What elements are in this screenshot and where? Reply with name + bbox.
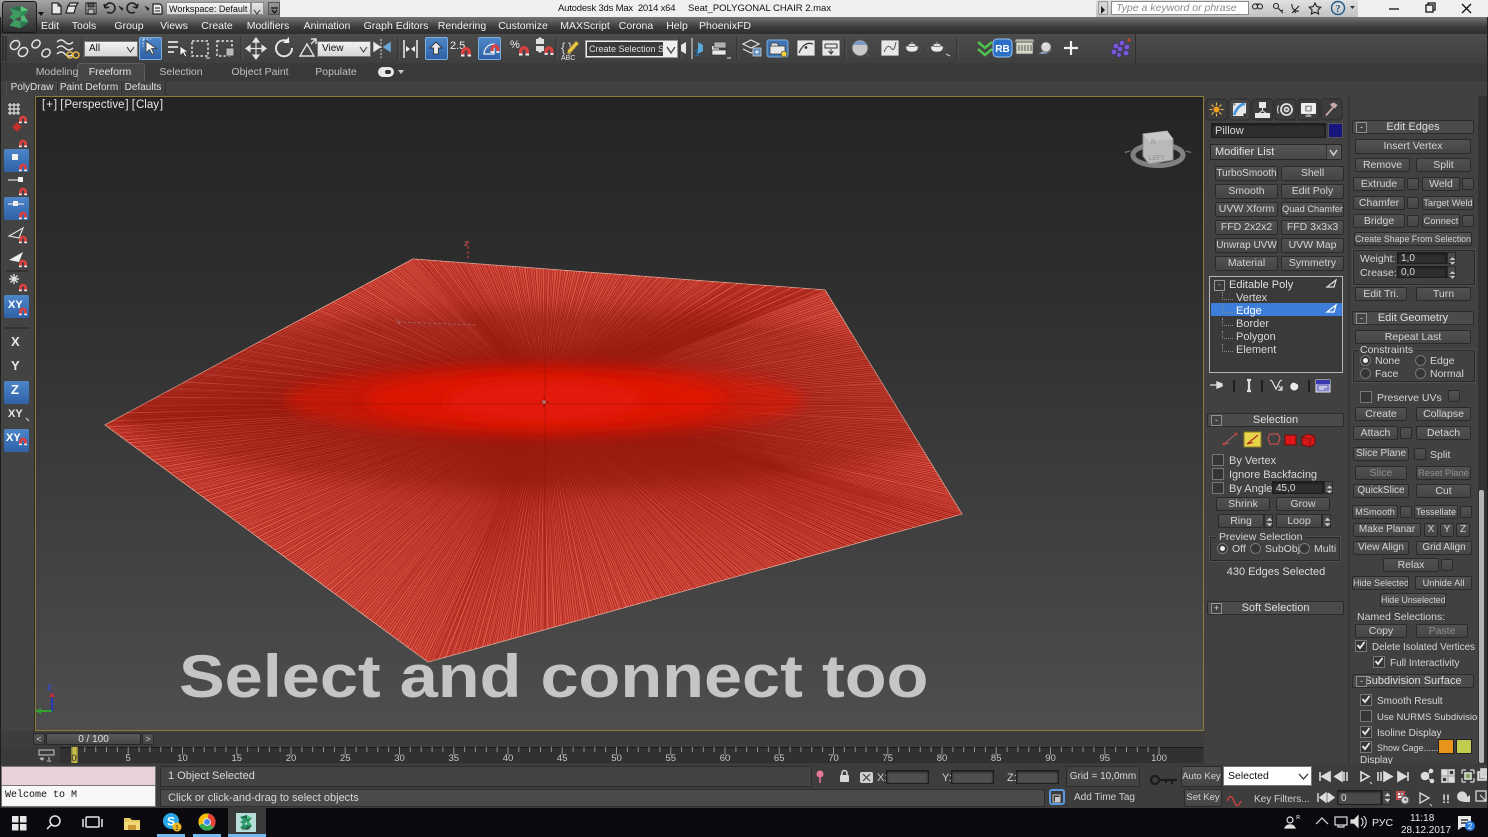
svg-text:Key Filters...: Key Filters...: [1254, 794, 1310, 805]
svg-text:20: 20: [286, 753, 297, 764]
svg-text:1: 1: [694, 48, 700, 59]
svg-text:XY: XY: [8, 408, 23, 420]
svg-text:80: 80: [937, 753, 948, 764]
svg-text:1: 1: [175, 825, 179, 832]
svg-text:100: 100: [1151, 753, 1167, 764]
svg-text:Y: Y: [11, 358, 20, 373]
svg-text:70: 70: [828, 753, 839, 764]
svg-text:MAX: MAX: [242, 826, 251, 831]
svg-text:LEFT: LEFT: [1149, 155, 1165, 162]
svg-text:15: 15: [232, 753, 243, 764]
svg-text:!!: !!: [1442, 792, 1450, 806]
svg-text:75: 75: [883, 753, 894, 764]
svg-text:65: 65: [774, 753, 785, 764]
svg-text:?: ?: [1336, 4, 1341, 15]
svg-text:RB: RB: [995, 44, 1009, 55]
svg-text:X: X: [11, 334, 20, 349]
svg-text:55: 55: [666, 753, 677, 764]
svg-text:я: я: [1296, 814, 1300, 821]
svg-text:0: 0: [71, 753, 76, 764]
svg-text:10: 10: [177, 753, 188, 764]
svg-text:R: R: [1151, 139, 1156, 146]
svg-text:Z: Z: [11, 382, 19, 397]
svg-text:%: %: [510, 39, 520, 51]
svg-text:РУС: РУС: [1372, 817, 1393, 829]
svg-text:z: z: [464, 239, 468, 248]
svg-text:ABC: ABC: [561, 55, 575, 62]
svg-text:45: 45: [557, 753, 568, 764]
svg-text:11:18: 11:18: [1410, 813, 1435, 824]
svg-text:25: 25: [340, 753, 351, 764]
svg-text:5: 5: [126, 753, 131, 764]
svg-text:95: 95: [1100, 753, 1111, 764]
svg-text:z: z: [47, 682, 52, 693]
svg-text:90: 90: [1045, 753, 1056, 764]
svg-text:28.12.2017: 28.12.2017: [1401, 825, 1451, 836]
svg-text:30: 30: [394, 753, 405, 764]
svg-text:60: 60: [720, 753, 731, 764]
svg-text:2: 2: [1468, 822, 1473, 831]
svg-text:85: 85: [991, 753, 1002, 764]
svg-text:35: 35: [449, 753, 460, 764]
svg-text:40: 40: [503, 753, 514, 764]
svg-text:50: 50: [611, 753, 622, 764]
